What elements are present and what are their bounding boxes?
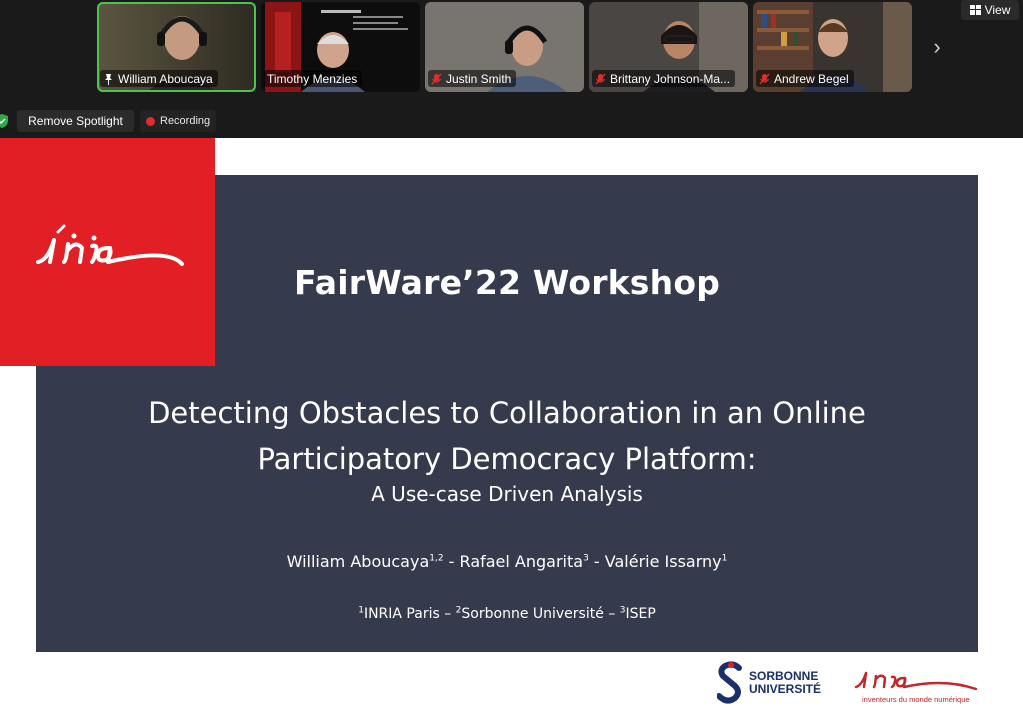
nameplate: Justin Smith (428, 70, 517, 87)
author-affiliation-marker: 3 (583, 553, 589, 564)
remove-spotlight-label: Remove Spotlight (28, 114, 123, 128)
sorbonne-line2: UNIVERSITÉ (749, 682, 822, 696)
participant-name: Timothy Menzies (267, 71, 358, 86)
nameplate: William Aboucaya (100, 70, 218, 87)
video-tile-brittany[interactable]: Brittany Johnson-Ma... (589, 2, 748, 92)
participant-name: Brittany Johnson-Ma... (610, 71, 731, 86)
participant-strip: William Aboucaya Timothy Menzies Justin … (0, 0, 1023, 138)
next-page-chevron-icon[interactable]: › (926, 33, 948, 61)
recording-label: Recording (160, 115, 211, 127)
view-label: View (984, 3, 1011, 17)
muted-mic-icon (759, 73, 770, 84)
view-button[interactable]: View (961, 0, 1019, 20)
inria-wordmark (854, 671, 978, 691)
inria-footer-logo: inventeurs du monde numérique (850, 663, 980, 707)
nameplate: Andrew Begel (756, 70, 854, 87)
paper-title-line2: Participatory Democracy Platform: (257, 442, 757, 476)
sorbonne-logo: SORBONNE UNIVERSITÉ (717, 659, 837, 707)
author-name: Rafael Angarita (459, 552, 584, 571)
nameplate: Brittany Johnson-Ma... (592, 70, 736, 87)
paper-subtitle: A Use-case Driven Analysis (371, 482, 643, 506)
author-affiliation-marker: 1,2 (429, 553, 444, 564)
pin-icon (105, 73, 112, 85)
sorbonne-s-emblem-icon (717, 661, 742, 704)
video-tile-william[interactable]: William Aboucaya (97, 2, 256, 92)
recording-dot-icon (146, 116, 155, 126)
affiliations-line: 1INRIA Paris – 2Sorbonne Université – 3I… (358, 605, 656, 622)
affiliation-name: Sorbonne Université (461, 606, 604, 622)
participant-name: William Aboucaya (118, 71, 213, 86)
affiliation-name: INRIA Paris (363, 606, 440, 622)
inria-logo-block (0, 138, 215, 366)
recording-indicator[interactable]: Recording (140, 110, 217, 132)
muted-mic-icon (431, 73, 442, 84)
author-affiliation-marker: 1 (721, 553, 728, 564)
author-name: William Aboucaya (286, 552, 430, 571)
author-name: Valérie Issarny (604, 552, 722, 571)
nameplate: Timothy Menzies (264, 70, 363, 87)
inria-tagline: inventeurs du monde numérique (862, 695, 970, 704)
workshop-title: FairWare’22 Workshop (293, 263, 721, 302)
video-tile-andrew[interactable]: Andrew Begel (753, 2, 912, 92)
paper-title-line1: Detecting Obstacles to Collaboration in … (148, 396, 866, 430)
video-tile-timothy[interactable]: Timothy Menzies (261, 2, 420, 92)
participant-name: Andrew Begel (774, 71, 849, 86)
authors-line: William Aboucaya1,2 - Rafael Angarita3 -… (286, 552, 728, 571)
muted-mic-icon (595, 73, 606, 84)
video-tile-justin[interactable]: Justin Smith (425, 2, 584, 92)
security-shield-icon (0, 114, 8, 128)
remove-spotlight-button[interactable]: Remove Spotlight (17, 110, 134, 132)
shared-screen-slide: FairWare’22 Workshop Detecting Obstacles… (0, 138, 1023, 713)
participant-name: Justin Smith (446, 71, 512, 86)
affiliation-name: ISEP (625, 606, 656, 622)
grid-view-icon (969, 5, 981, 15)
